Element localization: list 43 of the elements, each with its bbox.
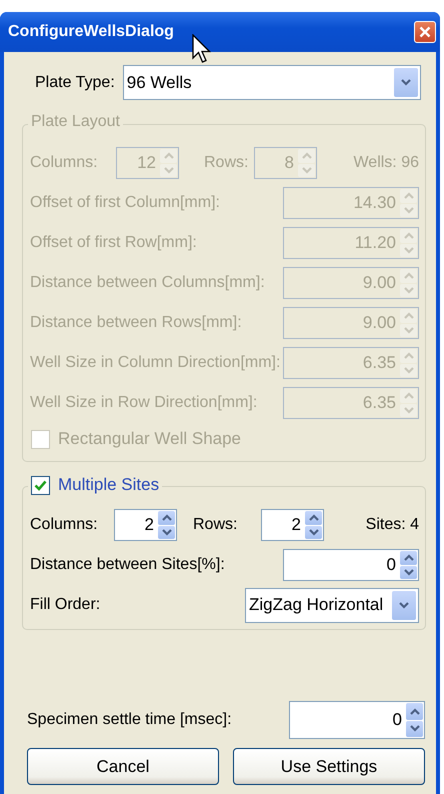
field-label: Well Size in Row Direction[mm]: [30, 394, 258, 412]
close-button[interactable] [414, 21, 436, 43]
mouse-cursor-icon [192, 34, 212, 63]
spin-up-button[interactable] [406, 703, 423, 720]
field-label: Rows: [204, 154, 250, 172]
field-label: Well Size in Column Direction[mm]: [30, 354, 280, 372]
field-label: Offset of first Column[mm]: [30, 194, 220, 212]
field-label: Columns: [30, 154, 99, 172]
dropdown-button[interactable] [394, 68, 418, 97]
checkbox[interactable] [31, 476, 50, 494]
spin-box[interactable]: 2 [261, 509, 324, 541]
wells-count: Wells: 96 [353, 154, 419, 172]
spin-box[interactable]: 2 [114, 509, 177, 541]
field-label: Plate Type: [35, 74, 115, 92]
group-title: Plate Layout [31, 113, 120, 131]
dialog-button[interactable]: Use Settings [233, 748, 425, 785]
close-icon [419, 26, 431, 38]
checkbox-label: Multiple Sites [58, 475, 160, 495]
field-label: Specimen settle time [msec]: [27, 711, 232, 729]
checkmark-icon [34, 480, 47, 490]
spin-up-button[interactable] [400, 551, 417, 564]
sites-count: Sites: 4 [366, 516, 419, 534]
spin-up-button[interactable] [305, 511, 322, 524]
spin-box[interactable]: 0 [283, 549, 419, 581]
checkbox-label: Rectangular Well Shape [58, 429, 242, 449]
spin-up-button[interactable] [158, 511, 175, 524]
field-label: Distance between Columns[mm]: [30, 274, 265, 292]
field-label: Fill Order: [30, 596, 100, 614]
dialog-button[interactable]: Cancel [27, 748, 219, 785]
spin-box[interactable]: 0 [289, 701, 425, 739]
field-label: Distance between Rows[mm]: [30, 314, 242, 332]
dropdown-field[interactable]: 96 Wells [122, 65, 421, 100]
spin-down-button[interactable] [305, 526, 322, 539]
dropdown-field[interactable]: ZigZag Horizontal [245, 588, 419, 622]
field-label: Rows: [193, 516, 238, 534]
spin-down-button[interactable] [406, 720, 423, 737]
window-title: ConfigureWellsDialog [8, 23, 174, 41]
spin-down-button[interactable] [400, 566, 417, 579]
dropdown-button[interactable] [392, 590, 416, 620]
field-label: Offset of first Row[mm]: [30, 234, 197, 252]
spin-down-button[interactable] [158, 526, 175, 539]
field-label: Columns: [30, 516, 99, 534]
field-label: Distance between Sites[%]: [30, 556, 225, 574]
